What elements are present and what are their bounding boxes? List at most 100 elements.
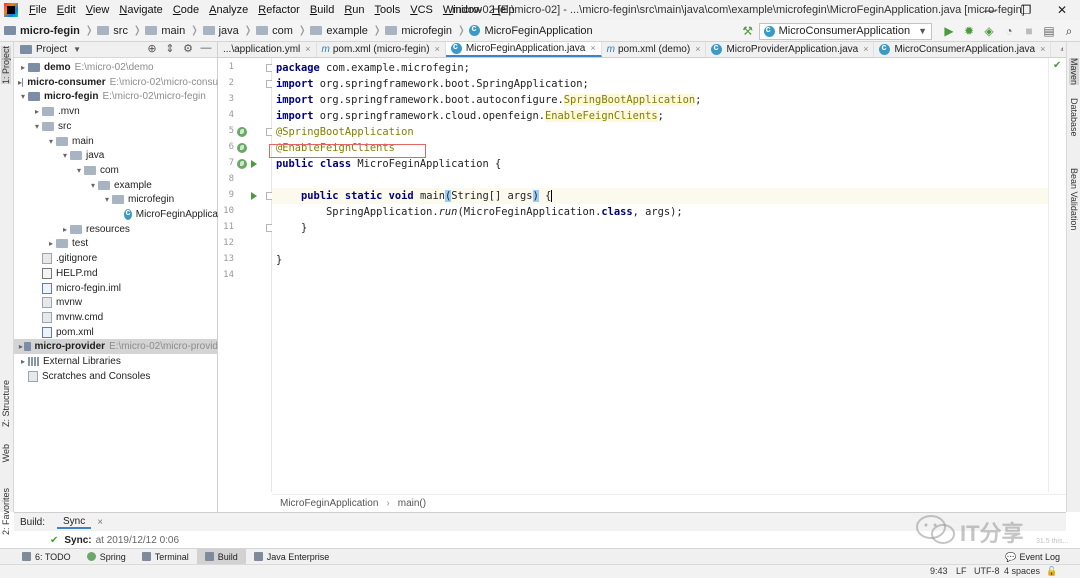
- tree-item[interactable]: ▸ test: [14, 236, 218, 251]
- close-tab-icon[interactable]: ×: [305, 44, 310, 54]
- gear-icon[interactable]: ⚙: [179, 42, 197, 55]
- tree-item[interactable]: ▾ main: [14, 134, 218, 149]
- editor-tab[interactable]: m pom.xml (micro-fegin) ×: [317, 42, 446, 57]
- hammer-icon[interactable]: ⚒: [739, 22, 757, 40]
- close-icon[interactable]: ×: [97, 517, 103, 528]
- lock-icon[interactable]: 🔓: [1046, 566, 1057, 577]
- search-icon[interactable]: ⌕: [1060, 22, 1078, 40]
- tree-item[interactable]: ▸ .mvn: [14, 104, 218, 119]
- editor-tab[interactable]: MicroFeginApplication.java ×: [445, 42, 602, 57]
- close-tab-icon[interactable]: ×: [590, 43, 595, 53]
- editor-tab[interactable]: m pom.xml (demo) ×: [602, 42, 707, 57]
- chevron-right-icon[interactable]: ▸: [18, 342, 24, 351]
- tree-item[interactable]: ▸ External Libraries: [14, 354, 218, 369]
- tree-item[interactable]: ▾ example: [14, 178, 218, 193]
- chevron-right-icon[interactable]: ▸: [60, 225, 70, 234]
- tree-item[interactable]: ▾ microfegin: [14, 192, 218, 207]
- structure-icon[interactable]: ▤: [1040, 22, 1058, 40]
- menu-analyze[interactable]: Analyze: [204, 4, 253, 16]
- minimize-button[interactable]: —: [972, 0, 1008, 20]
- build-tool-button[interactable]: Build: [196, 548, 246, 565]
- menu-view[interactable]: View: [81, 4, 115, 16]
- menu-edit[interactable]: Edit: [52, 4, 81, 16]
- tree-item[interactable]: ▸ micro-provider E:\micro-02\micro-provid: [14, 339, 218, 355]
- tree-item[interactable]: ▸ resources: [14, 222, 218, 237]
- chevron-right-icon[interactable]: ▸: [32, 107, 42, 116]
- tree-item[interactable]: mvnw: [14, 295, 218, 310]
- indent-setting[interactable]: 4 spaces: [1004, 566, 1040, 576]
- hide-icon[interactable]: —: [197, 42, 215, 55]
- spring-bean-icon[interactable]: [237, 143, 247, 153]
- chevron-down-icon[interactable]: ▾: [32, 122, 42, 131]
- chevron-down-icon[interactable]: ▾: [102, 195, 112, 204]
- breadcrumb-java[interactable]: java ❭: [199, 25, 252, 37]
- menu-navigate[interactable]: Navigate: [114, 4, 167, 16]
- terminal-tool-button[interactable]: Terminal: [134, 549, 197, 565]
- chevron-down-icon[interactable]: ▼: [73, 45, 81, 54]
- chevron-right-icon[interactable]: ▸: [18, 63, 28, 72]
- menu-file[interactable]: File: [24, 4, 52, 16]
- stop-icon[interactable]: ■: [1020, 22, 1038, 40]
- run-gutter-icon[interactable]: [251, 192, 257, 200]
- tree-item[interactable]: ▾ com: [14, 163, 218, 178]
- spring-bean-icon[interactable]: [237, 159, 247, 169]
- line-separator[interactable]: LF: [956, 566, 967, 576]
- menu-code[interactable]: Code: [168, 4, 204, 16]
- maven-tool-tab[interactable]: Maven: [1069, 58, 1079, 86]
- project-tool-tab[interactable]: 1: Project: [1, 46, 11, 85]
- tab-sync[interactable]: Sync: [57, 516, 92, 529]
- todo-tool-button[interactable]: 6: TODO: [14, 549, 79, 565]
- breadcrumb-microfegin[interactable]: microfegin ❭: [381, 25, 465, 37]
- tree-item[interactable]: ▸ demo E:\micro-02\demo: [14, 60, 218, 75]
- tree-item[interactable]: ▾ micro-fegin E:\micro-02\micro-fegin: [14, 89, 218, 104]
- tree-item[interactable]: pom.xml: [14, 325, 218, 340]
- structure-tool-tab[interactable]: Z: Structure: [1, 380, 11, 427]
- close-button[interactable]: ✕: [1044, 0, 1080, 20]
- debug-icon[interactable]: ✹: [960, 22, 978, 40]
- coverage-icon[interactable]: ◈: [980, 22, 998, 40]
- editor-tab[interactable]: ...\application.yml ×: [218, 42, 317, 57]
- close-tab-icon[interactable]: ×: [435, 44, 440, 54]
- menu-build[interactable]: Build: [305, 4, 339, 16]
- close-tab-icon[interactable]: ×: [1040, 44, 1045, 54]
- spring-tool-button[interactable]: Spring: [79, 549, 134, 565]
- menu-vcs[interactable]: VCS: [405, 4, 438, 16]
- close-tab-icon[interactable]: ×: [695, 44, 700, 54]
- chevron-down-icon[interactable]: ▾: [46, 137, 56, 146]
- java-enterprise-tool-button[interactable]: Java Enterprise: [246, 549, 338, 565]
- menu-refactor[interactable]: Refactor: [253, 4, 305, 16]
- breadcrumb-method-item[interactable]: main(): [398, 498, 426, 509]
- build-status-line[interactable]: ✔ Sync: at 2019/12/12 0:06: [14, 531, 1066, 549]
- tree-item[interactable]: micro-fegin.iml: [14, 281, 218, 296]
- editor-scrollbar[interactable]: ✔: [1048, 58, 1066, 492]
- chevron-down-icon[interactable]: ▾: [74, 166, 84, 175]
- menu-run[interactable]: Run: [339, 4, 369, 16]
- close-tab-icon[interactable]: ×: [863, 44, 868, 54]
- run-icon[interactable]: ▶: [940, 22, 958, 40]
- breadcrumb-example[interactable]: example ❭: [306, 25, 381, 37]
- tree-item[interactable]: HELP.md: [14, 266, 218, 281]
- editor-tab[interactable]: MicroConsumerApplication.java ×: [874, 42, 1052, 57]
- caret-position[interactable]: 9:43: [930, 566, 948, 576]
- tree-item[interactable]: Scratches and Consoles: [14, 369, 218, 384]
- chevron-down-icon[interactable]: ▾: [60, 151, 70, 160]
- bean-validation-tool-tab[interactable]: Bean Validation: [1069, 168, 1079, 230]
- tree-item[interactable]: ▸ micro-consumer E:\micro-02\micro-consu: [14, 75, 218, 90]
- tree-item[interactable]: MicroFeginApplica: [14, 207, 218, 222]
- run-gutter-icon[interactable]: [251, 160, 257, 168]
- menu-tools[interactable]: Tools: [370, 4, 406, 16]
- chevron-right-icon[interactable]: ▸: [46, 239, 56, 248]
- breadcrumb-main[interactable]: main ❭: [141, 25, 199, 37]
- chevron-right-icon[interactable]: ▸: [18, 357, 28, 366]
- run-configuration-select[interactable]: MicroConsumerApplication ▼: [758, 22, 932, 40]
- project-view-select[interactable]: Project: [36, 44, 67, 55]
- code-editor[interactable]: package com.example.microfegin; import o…: [272, 58, 1048, 492]
- breadcrumb-class-item[interactable]: MicroFeginApplication: [280, 498, 378, 509]
- profile-icon[interactable]: ◔: [1000, 22, 1018, 40]
- tree-item[interactable]: ▾ src: [14, 119, 218, 134]
- favorites-tool-tab[interactable]: 2: Favorites: [1, 488, 11, 535]
- spring-bean-icon[interactable]: [237, 127, 247, 137]
- breadcrumb-class[interactable]: MicroFeginApplication: [465, 23, 593, 37]
- file-encoding[interactable]: UTF-8: [974, 566, 1000, 576]
- database-tool-tab[interactable]: Database: [1069, 98, 1079, 137]
